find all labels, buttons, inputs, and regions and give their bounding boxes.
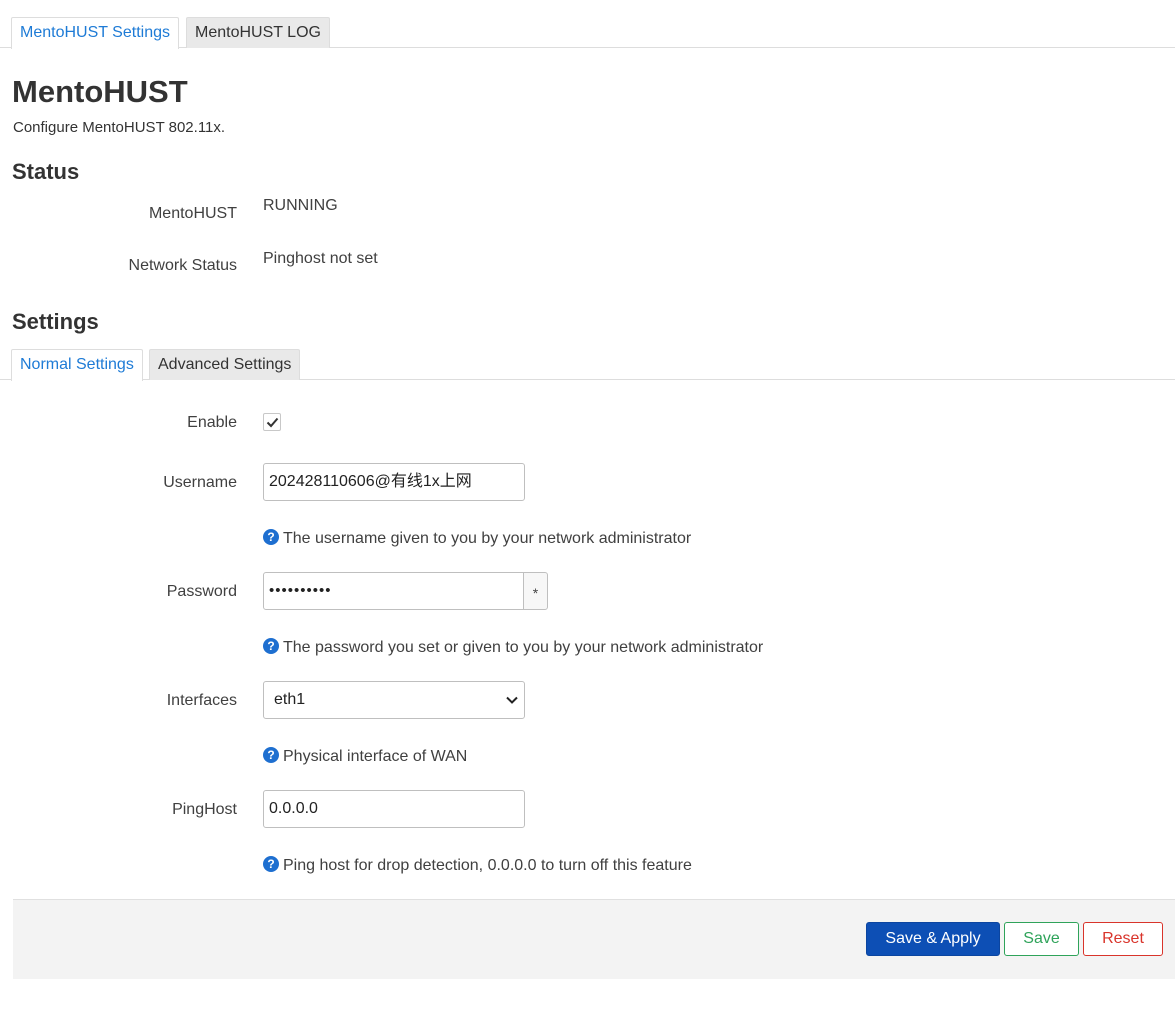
tab-mentohust-settings[interactable]: MentoHUST Settings bbox=[11, 17, 179, 49]
status-label-network: Network Status bbox=[128, 257, 237, 274]
status-value-network: Pinghost not set bbox=[263, 250, 378, 267]
interfaces-label: Interfaces bbox=[166, 692, 237, 709]
chevron-down-icon bbox=[506, 696, 518, 704]
pinghost-help: ? Ping host for drop detection, 0.0.0.0 t… bbox=[263, 856, 692, 875]
page-description: Configure MentoHUST 802.11x. bbox=[13, 119, 226, 136]
help-icon: ? bbox=[263, 856, 279, 872]
username-label: Username bbox=[163, 474, 237, 491]
interfaces-selected-value: eth1 bbox=[274, 691, 306, 708]
status-heading: Status bbox=[12, 159, 80, 184]
pinghost-help-text: Ping host for drop detection, 0.0.0.0 to… bbox=[283, 857, 692, 874]
page: MentoHUST Settings MentoHUST LOG MentoHU… bbox=[0, 0, 1175, 1021]
username-help-text: The username given to you by your networ… bbox=[283, 530, 692, 547]
password-help: ? The password you set or given to you by… bbox=[263, 638, 763, 657]
interfaces-help-text: Physical interface of WAN bbox=[283, 748, 468, 765]
settings-heading: Settings bbox=[12, 309, 99, 334]
form-actions-bar: Save & Apply Save Reset bbox=[13, 899, 1175, 979]
pinghost-label: PingHost bbox=[172, 801, 237, 818]
tab-advanced-settings[interactable]: Advanced Settings bbox=[149, 349, 301, 380]
settings-tab-bar: Normal Settings Advanced Settings bbox=[0, 349, 1175, 381]
top-tab-bar: MentoHUST Settings MentoHUST LOG bbox=[0, 17, 1175, 49]
username-input[interactable]: 202428110606@有线1x上网 bbox=[263, 463, 525, 501]
enable-label: Enable bbox=[187, 414, 237, 431]
tab-normal-settings[interactable]: Normal Settings bbox=[11, 349, 143, 381]
enable-checkbox[interactable] bbox=[263, 413, 281, 431]
interfaces-select[interactable]: eth1 bbox=[263, 681, 525, 719]
save-apply-button[interactable]: Save & Apply bbox=[866, 922, 1000, 956]
help-icon: ? bbox=[263, 529, 279, 545]
tab-mentohust-log[interactable]: MentoHUST LOG bbox=[186, 17, 330, 48]
status-value-mentohust: RUNNING bbox=[263, 197, 338, 214]
password-input[interactable]: •••••••••• bbox=[263, 572, 524, 610]
status-label-mentohust: MentoHUST bbox=[148, 205, 237, 222]
reset-button[interactable]: Reset bbox=[1083, 922, 1163, 956]
password-label: Password bbox=[166, 583, 237, 600]
checkmark-icon bbox=[266, 417, 279, 428]
pinghost-input[interactable]: 0.0.0.0 bbox=[263, 790, 525, 828]
help-icon: ? bbox=[263, 638, 279, 654]
save-button[interactable]: Save bbox=[1004, 922, 1079, 956]
reveal-password-button[interactable]: * bbox=[523, 572, 548, 610]
interfaces-help: ? Physical interface of WAN bbox=[263, 747, 467, 766]
username-help: ? The username given to you by your netwo… bbox=[263, 529, 691, 548]
help-icon: ? bbox=[263, 747, 279, 763]
page-title: MentoHUST bbox=[12, 74, 188, 109]
password-help-text: The password you set or given to you by … bbox=[283, 639, 764, 656]
